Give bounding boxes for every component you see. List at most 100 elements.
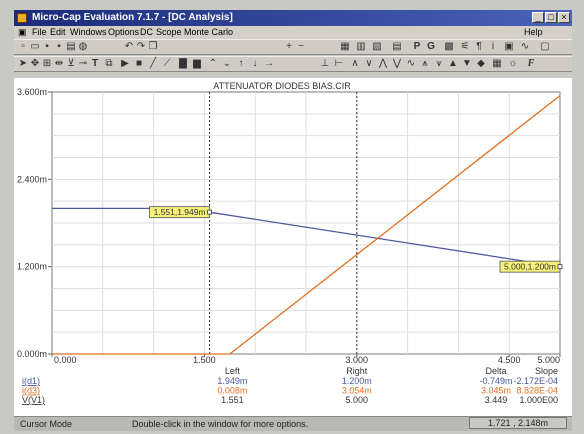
text-tool-icon[interactable]: T: [90, 59, 100, 69]
grid-icon[interactable]: ▩: [444, 42, 454, 52]
table-cell: 3.045m: [481, 386, 511, 396]
print-icon[interactable]: ▤: [66, 42, 76, 52]
box-fill-icon[interactable]: ▆: [192, 59, 202, 69]
high-icon[interactable]: ↑: [236, 59, 246, 69]
g-button[interactable]: G: [426, 42, 436, 52]
chart-svg[interactable]: ATTENUATOR DIODES BIAS.CIR 0.000m 1.200m 2…: [14, 78, 572, 416]
menu-windows[interactable]: Windows: [70, 26, 107, 39]
diagonal-icon[interactable]: ⟋: [162, 59, 172, 69]
x-tick-label: 4.500: [498, 355, 521, 365]
menu-help[interactable]: Help: [524, 26, 543, 39]
tag-icon[interactable]: ⊻: [66, 59, 76, 69]
table-cell: -2.172E-04: [513, 376, 558, 386]
menu-edit[interactable]: Edit: [50, 26, 66, 39]
next-icon[interactable]: →: [264, 59, 274, 69]
zoom-in-icon[interactable]: +: [284, 42, 294, 52]
text-icon[interactable]: ¶: [474, 42, 484, 52]
ramp-icon[interactable]: ⋀: [378, 59, 388, 69]
settings-icon[interactable]: ☼: [508, 59, 518, 69]
redo-icon[interactable]: ↷: [136, 42, 146, 52]
info-icon[interactable]: i: [488, 42, 498, 52]
new-icon[interactable]: ▫: [18, 42, 28, 52]
minimize-button[interactable]: _: [532, 12, 544, 23]
p-button[interactable]: P: [412, 42, 422, 52]
table-cell: 1.200m: [342, 376, 372, 386]
window-split-icon[interactable]: ▥: [356, 42, 366, 52]
menu-monte-carlo[interactable]: Monte Carlo: [184, 26, 233, 39]
global-high-icon[interactable]: ⩚: [420, 59, 430, 69]
status-hint: Double-click in the window for more opti…: [132, 419, 309, 429]
table-header: Slope: [535, 366, 558, 376]
open-icon[interactable]: ▭: [30, 42, 40, 52]
stop-icon[interactable]: ■: [134, 59, 144, 69]
export-icon[interactable]: ▢: [540, 42, 550, 52]
menu-file[interactable]: File: [32, 26, 47, 39]
valley-min-icon[interactable]: ▼: [462, 59, 472, 69]
save-all-icon[interactable]: ▪: [54, 42, 64, 52]
doc-icon[interactable]: ▣: [18, 26, 27, 39]
cursor-icon[interactable]: ⇹: [54, 59, 64, 69]
y-tick-label: 0.000m: [17, 349, 47, 359]
zoom-out-icon[interactable]: −: [296, 42, 306, 52]
table-header: Right: [346, 366, 368, 376]
fall-icon[interactable]: ∨: [364, 59, 374, 69]
chart-title: ATTENUATOR DIODES BIAS.CIR: [213, 81, 351, 91]
wave-icon[interactable]: ∿: [520, 42, 530, 52]
save-icon[interactable]: ▪: [42, 42, 52, 52]
select-arrow-icon[interactable]: ➤: [18, 59, 28, 69]
plot-grid: [51, 91, 561, 355]
table-cell: 3.449: [485, 395, 508, 405]
window-tile-icon[interactable]: ▦: [340, 42, 350, 52]
window-cascade-icon[interactable]: ▧: [372, 42, 382, 52]
low-icon[interactable]: ↓: [250, 59, 260, 69]
slope-icon[interactable]: ⊥: [320, 59, 330, 69]
cursor-label-text: 5.000,1.200m: [504, 262, 556, 272]
x-tick-label: 5.000: [537, 355, 560, 365]
plot-area[interactable]: ATTENUATOR DIODES BIAS.CIR 0.000m 1.200m 2…: [14, 78, 572, 416]
maximize-button[interactable]: □: [545, 12, 557, 23]
menu-dc[interactable]: DC: [140, 26, 153, 39]
line-icon[interactable]: ╱: [148, 59, 158, 69]
undo-icon[interactable]: ↶: [124, 42, 134, 52]
pan-icon[interactable]: ✥: [30, 59, 40, 69]
drop-icon[interactable]: ⋁: [392, 59, 402, 69]
data-icon[interactable]: ▣: [504, 42, 514, 52]
close-button[interactable]: ×: [558, 12, 570, 23]
horizontal-icon[interactable]: ⊢: [334, 59, 344, 69]
play-icon[interactable]: ▶: [120, 59, 130, 69]
app-window: Micro-Cap Evaluation 7.1.7 - [DC Analysi…: [0, 0, 584, 434]
table-cell: 8.828E-04: [516, 386, 558, 396]
table-icon[interactable]: ▤: [392, 42, 402, 52]
menu-options[interactable]: Options: [108, 26, 139, 39]
f-button[interactable]: F: [526, 59, 536, 69]
copy-icon[interactable]: ❐: [148, 42, 158, 52]
preview-icon[interactable]: ◍: [78, 42, 88, 52]
toolbar-tools: ➤ ✥ ⊞ ⇹ ⊻ ⊸ T ⧉ ▶ ■ ╱ ⟋ ▇ ▆ ⌃ ⌄ ↑ ↓ → ⊥ …: [14, 56, 572, 72]
rise-icon[interactable]: ∧: [350, 59, 360, 69]
x-tick-label: 0.000: [54, 355, 77, 365]
valley-icon[interactable]: ⌄: [222, 59, 232, 69]
table-view-icon[interactable]: ▦: [492, 59, 502, 69]
global-low-icon[interactable]: ⩛: [434, 59, 444, 69]
scale-icon[interactable]: ⊞: [42, 59, 52, 69]
graphic-icon[interactable]: ⧉: [104, 59, 114, 69]
title-bar[interactable]: Micro-Cap Evaluation 7.1.7 - [DC Analysi…: [14, 10, 572, 26]
menu-scope[interactable]: Scope: [156, 26, 182, 39]
inflection-icon[interactable]: ∿: [406, 59, 416, 69]
table-row-name: V(V1): [22, 395, 45, 405]
table-cell: 0.008m: [217, 386, 247, 396]
y-axis: 0.000m 1.200m 2.400m 3.600m: [17, 87, 52, 359]
probe-icon[interactable]: ⚟: [460, 42, 470, 52]
box-icon[interactable]: ▇: [178, 59, 188, 69]
mark-icon[interactable]: ◆: [476, 59, 486, 69]
cursor-marker: [557, 264, 563, 270]
peak-max-icon[interactable]: ▲: [448, 59, 458, 69]
cursor-marker: [207, 209, 212, 215]
peak-icon[interactable]: ⌃: [208, 59, 218, 69]
status-bar: Cursor Mode Double-click in the window f…: [14, 416, 572, 431]
table-header: Left: [225, 366, 241, 376]
table-row-name: i(d1): [22, 376, 40, 386]
point-tag-icon[interactable]: ⊸: [78, 59, 88, 69]
table-cell: 3.054m: [342, 386, 372, 396]
table-cell: 1.000E00: [519, 395, 558, 405]
